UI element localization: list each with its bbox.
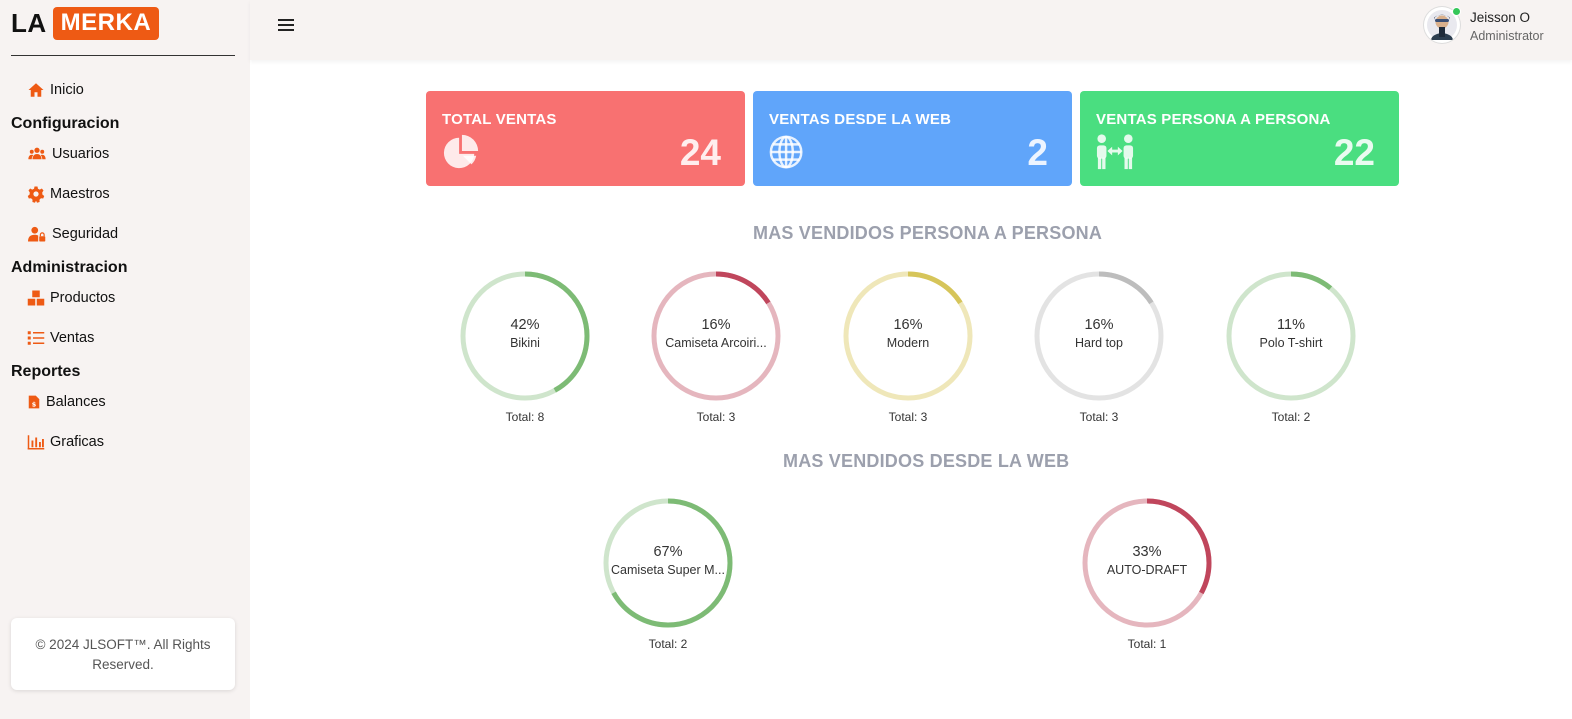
donut-product-name: Bikini (510, 336, 540, 350)
donut-chart[interactable]: 11% Polo T-shirt Total: 2 (1221, 270, 1361, 424)
users-icon (28, 147, 46, 160)
card-title: VENTAS DESDE LA WEB (769, 111, 952, 128)
brand-part1: LA (11, 8, 47, 38)
home-icon (28, 83, 44, 97)
pie-chart-icon (443, 134, 479, 169)
sidebar-item-seguridad[interactable]: Seguridad (27, 225, 118, 243)
section-title-persona: MAS VENDIDOS PERSONA A PERSONA (753, 223, 1103, 243)
sidebar-item-graficas[interactable]: Graficas (27, 433, 104, 451)
donut-product-name: Polo T-shirt (1259, 336, 1323, 350)
donut-chart[interactable]: 42% Bikini Total: 8 (455, 270, 595, 424)
donut-chart[interactable]: 16% Camiseta Arcoiri... Total: 3 (646, 270, 786, 424)
card-title: VENTAS PERSONA A PERSONA (1096, 111, 1331, 128)
user-role: Administrator (1470, 29, 1544, 43)
donut-chart[interactable]: 16% Hard top Total: 3 (1029, 270, 1169, 424)
menu-toggle-icon[interactable] (278, 17, 295, 31)
donut-percent: 33% (1132, 544, 1162, 560)
donut-total: Total: 8 (505, 410, 545, 424)
list-icon (27, 331, 45, 345)
gear-icon (27, 186, 45, 203)
donut-product-name: AUTO-DRAFT (1106, 563, 1188, 577)
donut-chart[interactable]: 33% AUTO-DRAFT Total: 1 (1077, 497, 1217, 651)
online-status-dot (1452, 7, 1461, 16)
donut-product-name: Modern (886, 336, 930, 350)
sidebar-item-maestros[interactable]: Maestros (27, 185, 110, 203)
donut-total: Total: 3 (1079, 410, 1119, 424)
footer-copyright: © 2024 JLSOFT™. All Rights Reserved. (11, 618, 235, 690)
sidebar-item-balances[interactable]: $ Balances (27, 393, 106, 411)
donut-total: Total: 2 (1271, 410, 1311, 424)
sidebar-item-label: Maestros (50, 186, 110, 202)
sidebar-item-label: Productos (50, 290, 116, 306)
sidebar-item-ventas[interactable]: Ventas (27, 329, 94, 347)
donut-percent: 16% (893, 317, 923, 333)
card-ventas-persona[interactable]: VENTAS PERSONA A PERSONA 22 (1080, 91, 1399, 186)
brand-part2: MERKA (52, 7, 160, 40)
donut-product-name: Hard top (1075, 336, 1123, 350)
sidebar-item-label: Usuarios (52, 146, 110, 162)
svg-text:$: $ (32, 401, 37, 409)
topbar (250, 0, 1572, 60)
card-ventas-web[interactable]: VENTAS DESDE LA WEB 2 (753, 91, 1072, 186)
donut-chart[interactable]: 67% Camiseta Super M... Total: 2 (598, 497, 738, 651)
invoice-dollar-icon: $ (28, 395, 40, 409)
donut-total: Total: 2 (648, 637, 688, 651)
globe-icon (769, 135, 803, 169)
nav-section-configuracion: Configuracion (11, 115, 120, 132)
donut-percent: 42% (510, 317, 540, 333)
nav-section-administracion: Administracion (11, 259, 128, 276)
donut-chart[interactable]: 16% Modern Total: 3 (838, 270, 978, 424)
donut-product-name: Camiseta Super M... (611, 563, 725, 577)
sidebar-item-productos[interactable]: Productos (27, 289, 115, 307)
section-title-web: MAS VENDIDOS DESDE LA WEB (783, 451, 1070, 471)
bar-chart-icon (27, 435, 45, 450)
donut-total: Total: 1 (1127, 637, 1167, 651)
sidebar: LA MERKA Inicio Configuracion Usuarios M… (0, 0, 250, 719)
sidebar-item-label: Graficas (50, 434, 104, 450)
sidebar-item-label: Ventas (50, 330, 95, 346)
sidebar-item-usuarios[interactable]: Usuarios (27, 145, 109, 163)
sidebar-item-inicio[interactable]: Inicio (27, 81, 84, 99)
donut-percent: 67% (653, 544, 683, 560)
boxes-icon (27, 290, 45, 306)
donut-percent: 16% (701, 317, 731, 333)
donut-total: Total: 3 (696, 410, 736, 424)
user-name[interactable]: Jeisson O (1470, 10, 1530, 25)
sidebar-item-label: Seguridad (52, 226, 119, 242)
people-exchange-icon (1096, 134, 1134, 170)
footer-text: © 2024 JLSOFT™. All Rights Reserved. (35, 637, 211, 672)
donut-percent: 16% (1084, 317, 1114, 333)
card-total-ventas[interactable]: TOTAL VENTAS 24 (426, 91, 745, 186)
sidebar-item-label: Balances (46, 394, 106, 410)
user-lock-icon (28, 226, 46, 242)
donut-product-name: Camiseta Arcoiri... (665, 336, 767, 350)
card-title: TOTAL VENTAS (442, 111, 557, 128)
nav-section-reportes: Reportes (11, 363, 81, 380)
donut-total: Total: 3 (888, 410, 928, 424)
brand-logo[interactable]: LA MERKA (11, 7, 160, 40)
logo-divider (11, 55, 235, 56)
sidebar-item-label: Inicio (50, 82, 84, 98)
card-value: 22 (1333, 132, 1375, 173)
donut-percent: 11% (1277, 317, 1305, 333)
card-value: 24 (679, 132, 721, 173)
card-value: 2 (1027, 132, 1048, 173)
